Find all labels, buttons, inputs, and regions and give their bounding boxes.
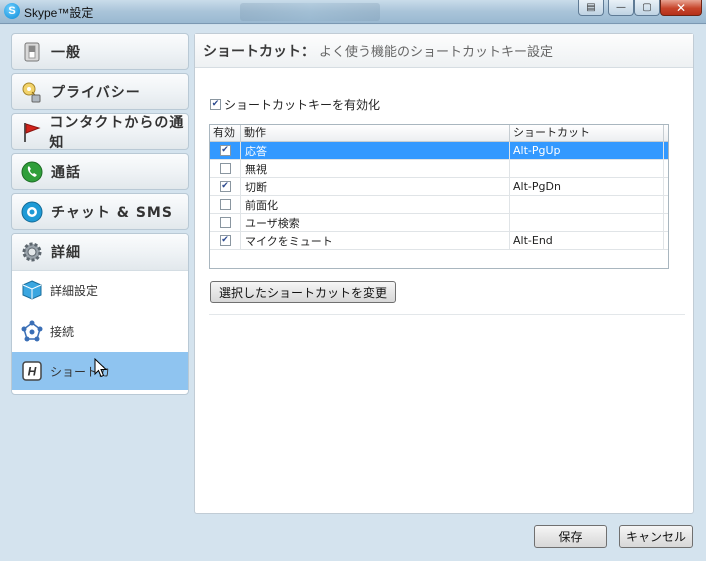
sidebar-item-label: チャット & SMS xyxy=(51,204,173,221)
row-shortcut xyxy=(510,195,664,214)
shortcut-table[interactable]: 有効 動作 ショートカット ✔ 応答 Alt-PgUp 無視 ✔ 切断 Alt-… xyxy=(209,124,669,269)
row-shortcut: Alt-End xyxy=(510,231,664,250)
phone-icon xyxy=(21,161,43,183)
page-title: ショートカット： xyxy=(203,43,315,60)
switch-icon xyxy=(21,41,43,63)
row-shortcut xyxy=(510,159,664,178)
flag-icon xyxy=(21,121,41,143)
table-row[interactable]: 無視 xyxy=(210,159,668,178)
row-enabled-checkbox[interactable]: ✔ xyxy=(219,145,231,156)
row-action: ユーザ検索 xyxy=(241,213,510,232)
settings-window: 一般 プライバシー コンタクトからの通知 通話 チャット & SMS 詳細 詳細… xyxy=(0,25,706,561)
sidebar-subitem-connection[interactable]: 接続 xyxy=(12,312,188,350)
background-window-blur xyxy=(240,3,380,21)
row-enabled-checkbox[interactable] xyxy=(219,217,231,228)
mouse-cursor-icon xyxy=(94,358,108,378)
table-header: 有効 動作 ショートカット xyxy=(210,125,668,142)
content-header: ショートカット： よく使う機能のショートカットキー設定 xyxy=(195,34,693,68)
table-row[interactable]: ユーザ検索 xyxy=(210,213,668,232)
enable-shortcuts-row[interactable]: ✔ ショートカットキーを有効化 xyxy=(210,96,380,113)
sidebar-subitem-label: 詳細設定 xyxy=(50,283,99,298)
title-bar[interactable]: S Skype™設定 ▤ — ▢ ✕ xyxy=(0,0,706,24)
enable-shortcuts-checkbox[interactable]: ✔ xyxy=(210,99,221,110)
column-header-action[interactable]: 動作 xyxy=(241,125,510,141)
row-action: 無視 xyxy=(241,159,510,178)
svg-text:H: H xyxy=(28,365,37,379)
sidebar-item-label: プライバシー xyxy=(51,84,141,101)
row-action: 切断 xyxy=(241,177,510,196)
key-lock-icon xyxy=(21,81,43,103)
cube-icon xyxy=(21,279,43,301)
sidebar-item-label: 通話 xyxy=(51,164,81,181)
maximize-icon: ▢ xyxy=(642,2,652,13)
row-enabled-checkbox[interactable]: ✔ xyxy=(219,235,231,246)
close-icon: ✕ xyxy=(675,0,687,15)
table-row[interactable]: 前面化 xyxy=(210,195,668,214)
content-panel: ショートカット： よく使う機能のショートカットキー設定 ✔ ショートカットキーを… xyxy=(194,33,694,514)
hotkey-icon: H xyxy=(21,360,43,382)
row-action: マイクをミュート xyxy=(241,231,510,250)
network-icon xyxy=(21,320,43,342)
table-row[interactable]: ✔ 切断 Alt-PgDn xyxy=(210,177,668,196)
enable-shortcuts-label: ショートカットキーを有効化 xyxy=(224,98,381,112)
sidebar-item-chat-sms[interactable]: チャット & SMS xyxy=(11,193,189,230)
row-enabled-checkbox[interactable]: ✔ xyxy=(219,181,231,192)
table-row[interactable]: ✔ 応答 Alt-PgUp xyxy=(210,141,668,160)
help-button[interactable]: ▤ xyxy=(578,0,604,16)
row-action: 応答 xyxy=(241,141,510,160)
row-shortcut: Alt-PgDn xyxy=(510,177,664,196)
sidebar-item-calls[interactable]: 通話 xyxy=(11,153,189,190)
sidebar: 一般 プライバシー コンタクトからの通知 通話 チャット & SMS 詳細 詳細… xyxy=(11,32,190,397)
sidebar-item-label: 一般 xyxy=(51,44,81,61)
sidebar-item-privacy[interactable]: プライバシー xyxy=(11,73,189,110)
sidebar-item-advanced[interactable]: 詳細 xyxy=(12,234,188,271)
column-header-shortcut[interactable]: ショートカット xyxy=(510,125,664,141)
skype-logo-icon: S xyxy=(4,3,20,19)
row-enabled-checkbox[interactable] xyxy=(219,163,231,174)
cancel-button[interactable]: キャンセル xyxy=(619,525,693,548)
close-button[interactable]: ✕ xyxy=(660,0,702,16)
change-shortcut-button[interactable]: 選択したショートカットを変更 xyxy=(210,281,397,303)
window-title: Skype™設定 xyxy=(24,6,94,20)
sidebar-item-general[interactable]: 一般 xyxy=(11,33,189,70)
sidebar-item-contact-alerts[interactable]: コンタクトからの通知 xyxy=(11,113,189,151)
row-shortcut: Alt-PgUp xyxy=(510,141,664,160)
sidebar-subitem-label: 接続 xyxy=(50,324,75,339)
row-shortcut xyxy=(510,213,664,232)
minimize-button[interactable]: — xyxy=(608,0,634,16)
row-enabled-checkbox[interactable] xyxy=(219,199,231,210)
divider xyxy=(209,314,685,315)
help-icon: ▤ xyxy=(586,2,596,13)
page-description: よく使う機能のショートカットキー設定 xyxy=(319,45,554,60)
row-action: 前面化 xyxy=(241,195,510,214)
sidebar-item-label: 詳細 xyxy=(51,245,81,261)
chat-icon xyxy=(21,201,43,223)
sidebar-subitem-advanced-settings[interactable]: 詳細設定 xyxy=(12,271,188,309)
save-button[interactable]: 保存 xyxy=(534,525,607,548)
sidebar-item-label: コンタクトからの通知 xyxy=(49,114,185,151)
maximize-button[interactable]: ▢ xyxy=(634,0,660,16)
gear-icon xyxy=(21,241,43,263)
minimize-icon: — xyxy=(616,2,626,13)
column-header-enabled[interactable]: 有効 xyxy=(210,125,241,141)
table-row[interactable]: ✔ マイクをミュート Alt-End xyxy=(210,231,668,250)
